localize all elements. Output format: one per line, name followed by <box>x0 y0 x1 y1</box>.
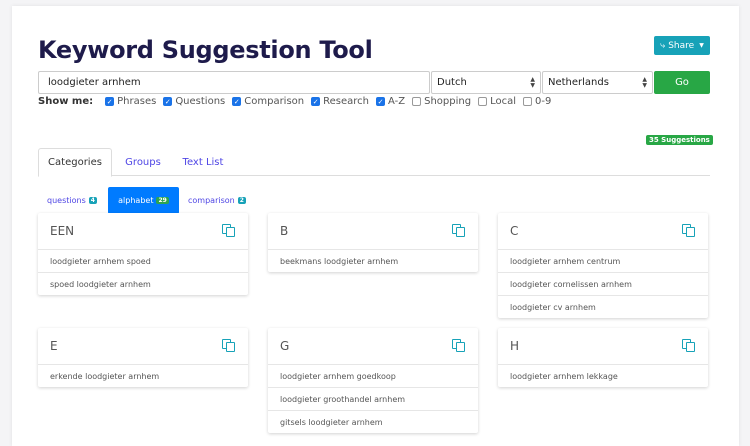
filter-checkbox-4[interactable]: ✓ A-Z <box>376 96 405 107</box>
checkbox-checked-icon: ✓ <box>163 97 173 106</box>
filter-label: Shopping <box>424 96 472 107</box>
checkbox-empty-icon <box>412 97 422 106</box>
filter-label: Phrases <box>117 96 157 107</box>
tab-groups[interactable]: Groups <box>114 148 172 176</box>
country-select[interactable]: Netherlands ▲ ▼ <box>542 71 653 94</box>
go-button[interactable]: Go <box>654 71 710 94</box>
card-header: G <box>268 328 478 364</box>
keyword-row[interactable]: beekmans loodgieter arnhem <box>268 249 478 272</box>
filter-checkbox-6[interactable]: Local <box>478 96 516 107</box>
card-heading: B <box>280 224 289 238</box>
card-heading: G <box>280 339 290 353</box>
show-me-row: Show me: ✓ Phrases ✓ Questions ✓ Comparison ✓ R… <box>38 96 558 107</box>
suggestions-count-badge: 35 Suggestions <box>646 135 713 145</box>
country-value: Netherlands <box>548 77 609 88</box>
subtab-count: 4 <box>88 197 97 204</box>
copy-icon[interactable] <box>682 339 696 353</box>
card-heading: EEN <box>50 224 75 238</box>
show-me-label: Show me: <box>38 96 94 107</box>
keyword-row[interactable]: spoed loodgieter arnhem <box>38 272 248 295</box>
card-header: E <box>38 328 248 364</box>
keyword-card: Gloodgieter arnhem goedkoop loodgieter gr… <box>268 328 478 433</box>
keyword-card: Cloodgieter arnhem centrum loodgieter cor… <box>498 213 708 318</box>
filter-checkbox-5[interactable]: Shopping <box>412 96 471 107</box>
tab-categories[interactable]: Categories <box>38 148 112 177</box>
keyword-card: Eerkende loodgieter arnhem <box>38 328 248 387</box>
checkbox-checked-icon: ✓ <box>232 97 242 106</box>
keyword-row[interactable]: erkende loodgieter arnhem <box>38 364 248 387</box>
subtab-label: comparison <box>188 196 235 205</box>
filter-checkbox-1[interactable]: ✓ Questions <box>163 96 225 107</box>
card-header: B <box>268 213 478 249</box>
subtab-comparison[interactable]: comparison 2 <box>188 187 246 214</box>
keyword-row[interactable]: loodgieter arnhem lekkage <box>498 364 708 387</box>
copy-icon[interactable] <box>222 339 236 353</box>
filter-checkbox-2[interactable]: ✓ Comparison <box>232 96 304 107</box>
card-header: EEN <box>38 213 248 249</box>
copy-icon[interactable] <box>222 224 236 238</box>
caret-down-icon: ▼ <box>699 42 704 49</box>
view-tabs: Categories Groups Text List <box>38 148 710 177</box>
filter-label: 0-9 <box>534 96 552 107</box>
share-button[interactable]: ⤷ Share ▼ <box>654 36 710 55</box>
checkbox-checked-icon: ✓ <box>311 97 321 106</box>
filter-label: A-Z <box>388 96 406 107</box>
share-icon: ⤷ <box>660 40 666 51</box>
subtab-label: questions <box>47 196 86 205</box>
keyword-row[interactable]: gitsels loodgieter arnhem <box>268 410 478 433</box>
keyword-row[interactable]: loodgieter groothandel arnhem <box>268 387 478 410</box>
checkbox-checked-icon: ✓ <box>105 97 115 106</box>
card-heading: H <box>510 339 520 353</box>
language-value: Dutch <box>437 77 467 88</box>
keyword-card: Hloodgieter arnhem lekkage <box>498 328 708 387</box>
tab-text-list[interactable]: Text List <box>178 148 228 176</box>
copy-icon[interactable] <box>452 339 466 353</box>
filter-checkbox-7[interactable]: 0-9 <box>522 96 552 107</box>
checkbox-empty-icon <box>522 97 532 106</box>
select-arrows-icon: ▲ ▼ <box>642 75 647 89</box>
keyword-row[interactable]: loodgieter arnhem goedkoop <box>268 364 478 387</box>
card-header: H <box>498 328 708 364</box>
keyword-row[interactable]: loodgieter arnhem centrum <box>498 249 708 272</box>
subtab-label: alphabet <box>118 196 154 205</box>
card-heading: C <box>510 224 519 238</box>
page: Keyword Suggestion Tool ⤷ Share ▼ loodgi… <box>12 6 739 446</box>
keyword-row[interactable]: loodgieter arnhem spoed <box>38 249 248 272</box>
filter-checkbox-3[interactable]: ✓ Research <box>311 96 369 107</box>
subtab-count: 29 <box>156 197 169 204</box>
filter-checkbox-0[interactable]: ✓ Phrases <box>105 96 156 107</box>
checkbox-checked-icon: ✓ <box>376 97 385 106</box>
keyword-card: Bbeekmans loodgieter arnhem <box>268 213 478 272</box>
subtab-count: 2 <box>237 197 246 204</box>
share-label: Share <box>668 40 695 51</box>
copy-icon[interactable] <box>452 224 466 238</box>
filter-label: Research <box>323 96 369 107</box>
filter-label: Questions <box>175 96 226 107</box>
keyword-card: EEN loodgieter arnhem spoed spoed loodgiet… <box>38 213 248 295</box>
keyword-row[interactable]: loodgieter cornelissen arnhem <box>498 272 708 295</box>
card-heading: E <box>50 339 58 353</box>
filter-label: Comparison <box>244 96 305 107</box>
keyword-row[interactable]: loodgieter cv arnhem <box>498 295 708 318</box>
select-arrows-icon: ▲ ▼ <box>530 75 535 89</box>
language-select[interactable]: Dutch ▲ ▼ <box>431 71 541 94</box>
checkbox-empty-icon <box>478 97 488 106</box>
subtab-questions[interactable]: questions 4 <box>47 187 97 214</box>
copy-icon[interactable] <box>682 224 696 238</box>
filter-label: Local <box>490 96 516 107</box>
card-header: C <box>498 213 708 249</box>
page-title: Keyword Suggestion Tool <box>38 36 373 64</box>
keyword-input[interactable]: loodgieter arnhem <box>38 71 430 94</box>
subtab-alphabet[interactable]: alphabet 29 <box>108 187 179 214</box>
